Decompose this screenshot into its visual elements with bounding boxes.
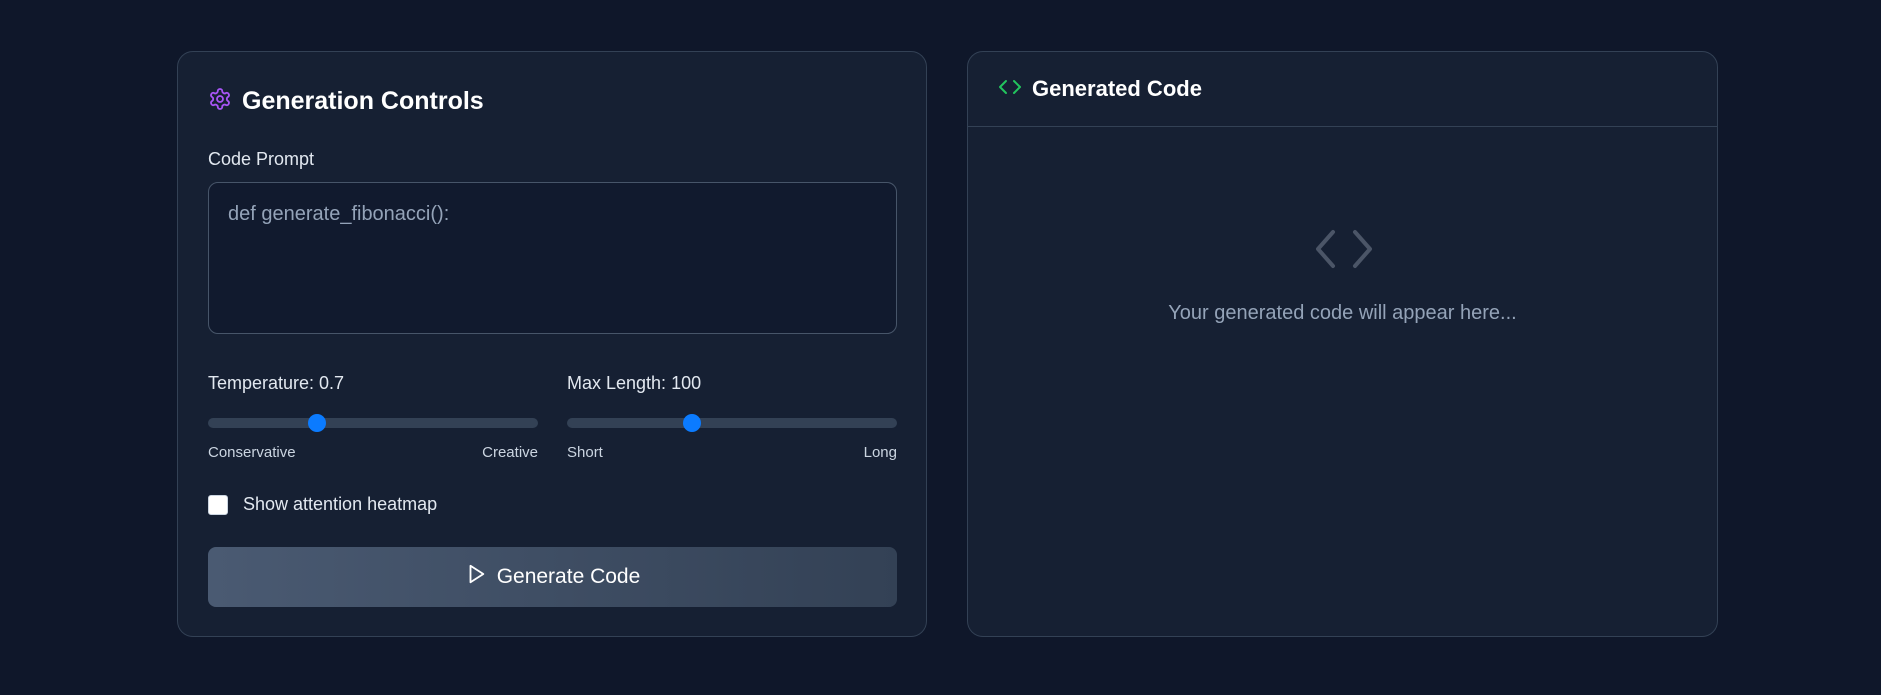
output-title: Generated Code (1032, 76, 1202, 101)
max-length-slider[interactable] (567, 414, 897, 432)
max-length-min-label: Short (567, 444, 603, 461)
temperature-min-label: Conservative (208, 444, 296, 461)
temperature-label: Temperature: 0.7 (208, 373, 345, 393)
panel-title: Generation Controls (242, 87, 484, 115)
code-placeholder-icon (1315, 226, 1373, 272)
max-length-max-label: Long (863, 444, 897, 461)
generation-controls-panel: Generation Controls Code Prompt def gene… (177, 51, 927, 637)
max-length-label: Max Length: 100 (567, 373, 702, 393)
max-length-range-labels: Short Long (567, 444, 897, 461)
panel-header: Generation Controls (208, 87, 484, 116)
max-length-slider-thumb[interactable] (683, 414, 702, 432)
temperature-max-label: Creative (482, 444, 538, 461)
heatmap-checkbox-label[interactable]: Show attention heatmap (243, 494, 437, 515)
play-icon (465, 563, 497, 591)
temperature-slider-thumb[interactable] (307, 414, 326, 432)
prompt-label: Code Prompt (208, 149, 315, 169)
output-placeholder-text: Your generated code will appear here... (1168, 302, 1517, 324)
max-length-control: Max Length: 100 Short Long (567, 373, 897, 461)
heatmap-option[interactable]: Show attention heatmap (208, 494, 437, 515)
output-header: Generated Code (968, 52, 1717, 127)
prompt-textarea[interactable]: def generate_fibonacci(): (208, 182, 897, 334)
generate-code-button-label: Generate Code (496, 565, 641, 588)
generate-code-button[interactable]: Generate Code (208, 547, 897, 607)
temperature-slider[interactable] (208, 414, 538, 432)
gear-icon (208, 87, 232, 116)
temperature-control: Temperature: 0.7 Conservative Creative (208, 373, 538, 461)
heatmap-checkbox[interactable] (208, 494, 228, 515)
generated-code-panel: Generated Code Your generated code will … (967, 51, 1718, 637)
code-icon (998, 75, 1022, 104)
temperature-range-labels: Conservative Creative (208, 444, 538, 461)
